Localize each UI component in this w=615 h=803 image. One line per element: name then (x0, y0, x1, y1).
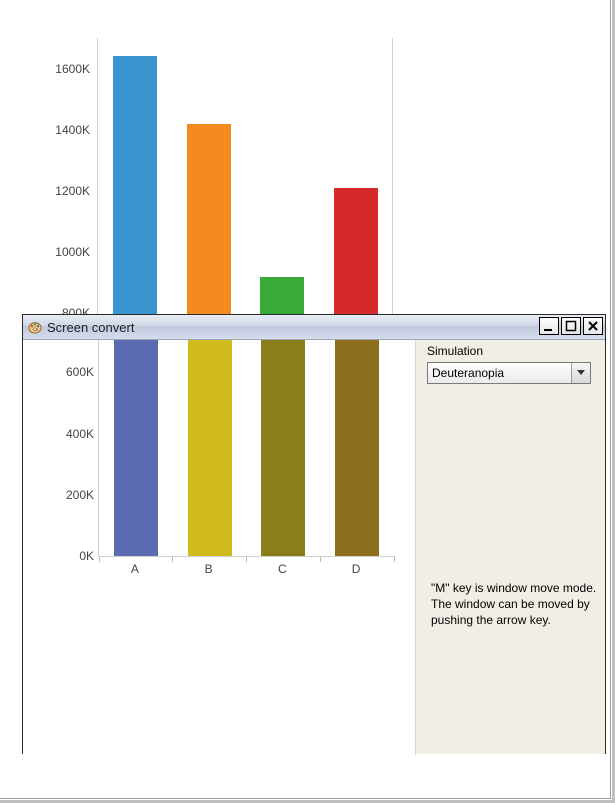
y-axis-label: 1400K (32, 123, 90, 137)
x-axis-label: A (113, 562, 157, 576)
y-axis-label: 600K (36, 365, 94, 379)
sim-bar-A (114, 340, 158, 556)
y-axis-label: 0K (36, 549, 94, 563)
maximize-button[interactable] (561, 317, 581, 335)
y-axis-label: 200K (36, 488, 94, 502)
window-body: 0K 200K 400K 600K A B C D Simulation Deuterano… (23, 340, 605, 754)
palette-icon (27, 319, 43, 335)
help-text: "M" key is window move mode. The window … (431, 580, 597, 629)
y-axis-label: 1600K (32, 62, 90, 76)
sim-bar-C (261, 340, 305, 556)
screen-convert-window[interactable]: Screen convert 0K 200K 400K 600K A B C D (22, 314, 606, 754)
minimize-button[interactable] (539, 317, 559, 335)
close-button[interactable] (583, 317, 603, 335)
y-axis-label: 1200K (32, 184, 90, 198)
titlebar[interactable]: Screen convert (23, 315, 605, 340)
simulation-viewport: 0K 200K 400K 600K A B C D (23, 340, 416, 755)
sim-bar-B (188, 340, 232, 556)
page: 0K200K400K600K800K1000K1200K1400K1600K A… (0, 0, 615, 803)
simulation-dropdown-value: Deuteranopia (432, 366, 504, 380)
y-axis-label: 400K (36, 427, 94, 441)
simulation-label: Simulation (427, 344, 597, 358)
x-axis-label: B (187, 562, 231, 576)
sim-bar-D (335, 340, 379, 556)
simulation-dropdown[interactable]: Deuteranopia (427, 362, 591, 384)
x-axis-label: C (260, 562, 304, 576)
window-title: Screen convert (47, 320, 134, 335)
chevron-down-icon[interactable] (571, 363, 590, 383)
x-axis-label: D (334, 562, 378, 576)
y-axis-label: 1000K (32, 245, 90, 259)
